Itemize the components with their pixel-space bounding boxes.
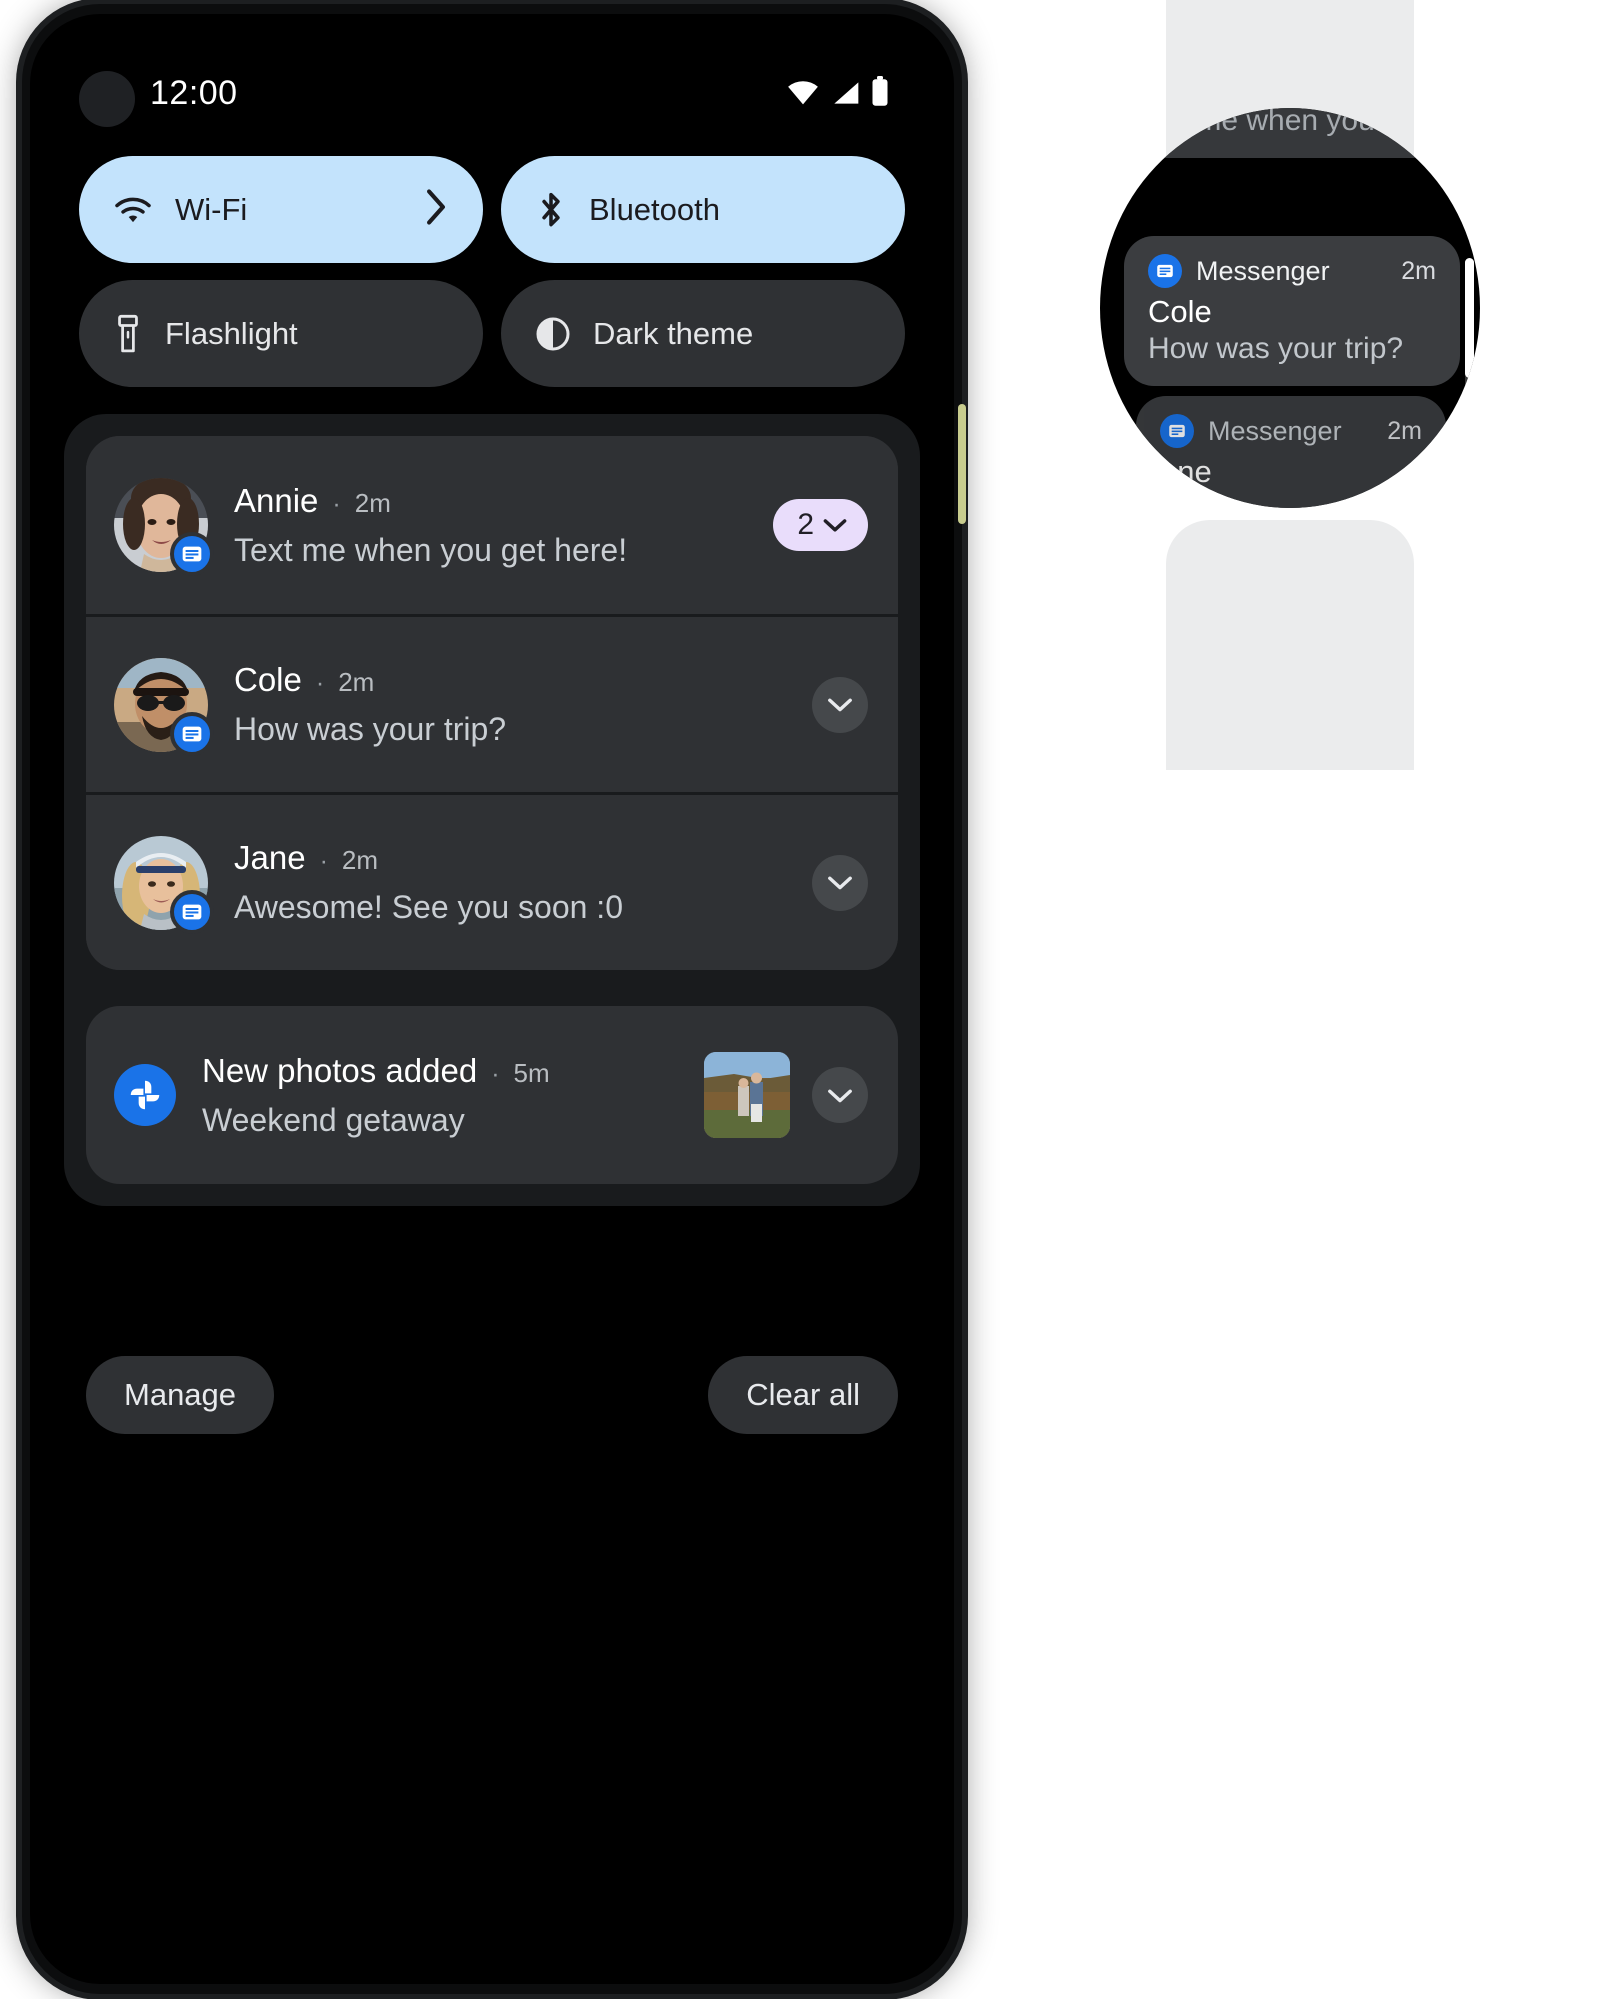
messenger-icon [1160,414,1194,448]
notification-sender: Annie [234,481,319,519]
tile-wifi[interactable]: Wi-Fi [79,156,483,263]
phone-power-button[interactable] [958,404,966,524]
notification-row[interactable]: Cole · 2m How was your trip? [86,614,898,792]
separator-dot: · [319,847,328,875]
shade-action-buttons: Manage Clear all [86,1356,898,1434]
status-bar-icons [786,76,890,106]
phone-device: 12:00 Wi-Fi Bluetooth Flashlight Dark th… [22,4,966,1994]
screenshot-root: 12:00 Wi-Fi Bluetooth Flashlight Dark th… [0,0,1614,1999]
watch-card-header: Messenger 2m [1148,254,1436,288]
flashlight-icon [118,314,138,352]
notification-row[interactable]: Jane · 2m Awesome! See you soon :0 [86,792,898,970]
chevron-down-icon [828,1089,852,1102]
watch-card-time: 2m [1401,256,1436,285]
watch-scrollbar-thumb[interactable] [1465,258,1474,378]
quick-settings-row-1: Wi-Fi Bluetooth [79,156,905,263]
watch-card-app-name: Messenger [1208,415,1342,446]
notification-message: How was your trip? [234,711,507,747]
dark-theme-icon [536,317,570,350]
tile-flashlight-label: Flashlight [165,315,298,351]
notification-count-value: 2 [797,508,814,541]
photos-notification-time: 5m [513,1057,550,1088]
expand-notification-button[interactable] [812,676,868,733]
quick-settings-tiles: Wi-Fi Bluetooth Flashlight Dark theme [79,156,905,404]
watch-band-bottom [1166,520,1414,770]
notification-message: Awesome! See you soon :0 [234,889,623,925]
watch-card-sender: ane [1160,454,1212,489]
chevron-down-icon [823,519,847,532]
notification-sender: Jane [234,839,306,876]
watch-card-time: 2m [1387,416,1422,445]
watch-card-app-name: Messenger [1196,255,1330,286]
photos-notification-header: New photos added · 5m [202,1052,704,1090]
status-bar-clock: 12:00 [150,74,238,112]
notification-content: Cole · 2m How was your trip? [234,661,812,748]
messenger-icon [170,711,214,756]
messenger-notification-group: Annie · 2m Text me when you get here! 2 [86,436,898,970]
bluetooth-icon [542,192,560,226]
cell-signal-icon [834,82,859,104]
watch-card-message: ext me when you get here! [1148,108,1480,137]
tile-bluetooth[interactable]: Bluetooth [501,156,905,263]
tile-dark-theme[interactable]: Dark theme [501,280,905,387]
notification-count-badge[interactable]: 2 [773,499,868,551]
watch-card-header: Messenger 2m [1160,414,1422,448]
expand-notification-button[interactable] [812,1067,868,1123]
chevron-down-icon [828,698,852,712]
tile-flashlight[interactable]: Flashlight [79,280,483,387]
expand-notification-button[interactable] [812,854,868,911]
photos-notification-content: New photos added · 5m Weekend getaway [202,1052,704,1139]
notification-sender: Cole [234,661,302,698]
chevron-right-icon[interactable] [423,188,449,231]
wifi-icon [115,197,151,222]
watch-card-sender: Cole [1148,294,1212,329]
notification-header: Cole · 2m [234,661,812,699]
notification-row[interactable]: Annie · 2m Text me when you get here! 2 [86,436,898,614]
phone-screen: 12:00 Wi-Fi Bluetooth Flashlight Dark th… [30,14,954,1984]
manage-button[interactable]: Manage [86,1356,275,1434]
separator-dot: · [315,669,325,697]
battery-icon [872,76,888,106]
wifi-icon [788,81,818,105]
watch-notification-card[interactable]: Messenger 2m Cole How was your trip? [1124,236,1460,386]
tile-dark-theme-label: Dark theme [593,315,754,351]
messenger-icon [1148,254,1182,288]
front-camera-cutout [79,71,135,127]
separator-dot: · [491,1059,500,1088]
tile-wifi-label: Wi-Fi [175,191,248,227]
messenger-icon [170,532,214,576]
couple-on-hillside-photo [704,1052,790,1138]
photo-thumbnail[interactable] [704,1052,790,1138]
status-bar: 12:00 [30,14,954,132]
watch-card-message: How was your trip? [1148,332,1404,365]
avatar [114,835,214,934]
notification-header: Jane · 2m [234,839,812,877]
notification-content: Jane · 2m Awesome! See you soon :0 [234,839,812,926]
notification-time: 2m [341,845,379,875]
watch-screen: Messenger 2m ext me when you get here! [1100,108,1480,508]
separator-dot: · [332,489,341,518]
photos-notification-subtitle: Weekend getaway [202,1101,465,1138]
photos-notification[interactable]: New photos added · 5m Weekend getaway [86,1006,898,1184]
watch-notification-card[interactable]: Messenger 2m ext me when you get here! [1124,108,1480,158]
notification-shade: Annie · 2m Text me when you get here! 2 [64,414,920,1206]
watch-device: Messenger 2m ext me when you get here! [1070,0,1510,770]
notification-time: 2m [354,487,391,518]
photos-notification-title: New photos added [202,1051,478,1089]
avatar [114,478,214,576]
notification-message: Text me when you get here! [234,531,628,568]
notification-time: 2m [338,667,375,697]
tile-bluetooth-label: Bluetooth [589,191,720,227]
notification-header: Annie · 2m [234,482,773,520]
watch-notification-card[interactable]: Messenger 2m ane [1136,396,1446,508]
messenger-icon [170,889,214,934]
clear-all-button[interactable]: Clear all [708,1356,898,1434]
chevron-down-icon [828,876,852,890]
quick-settings-row-2: Flashlight Dark theme [79,280,905,387]
notification-content: Annie · 2m Text me when you get here! [234,482,773,569]
google-photos-icon [114,1064,176,1126]
avatar [114,657,214,756]
